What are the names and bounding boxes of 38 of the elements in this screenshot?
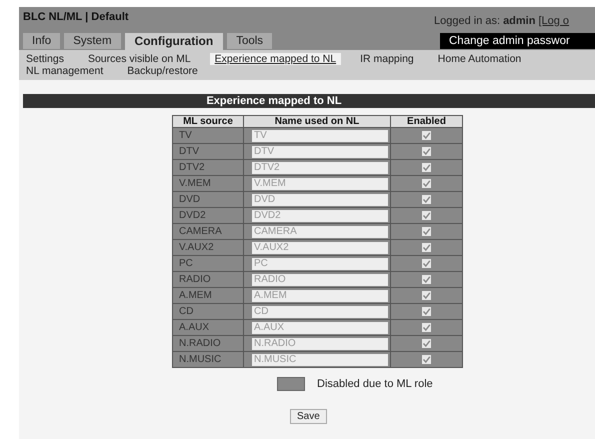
source-cell: RADIO bbox=[172, 272, 244, 288]
app-title: BLC NL/ML | Default bbox=[22, 10, 129, 25]
tab[interactable]: Info bbox=[23, 33, 60, 49]
column-header: Enabled bbox=[390, 116, 462, 128]
subnav-link[interactable]: Experience mapped to NL bbox=[210, 53, 342, 65]
subnav-link[interactable]: Settings bbox=[21, 53, 69, 65]
subnav-link[interactable]: Backup/restore bbox=[122, 65, 203, 77]
source-cell: N.MUSIC bbox=[172, 352, 244, 368]
panel-title: Experience mapped to NL bbox=[23, 94, 595, 108]
legend-text: Disabled due to ML role bbox=[317, 378, 433, 390]
column-header: Name used on NL bbox=[244, 116, 390, 128]
source-cell: PC bbox=[172, 256, 244, 272]
source-cell: N.RADIO bbox=[172, 336, 244, 352]
tab[interactable]: Configuration bbox=[124, 33, 224, 50]
column-header: ML source bbox=[172, 116, 244, 128]
subnav-link[interactable]: Sources visible on ML bbox=[82, 53, 196, 65]
source-cell: A.AUX bbox=[172, 320, 244, 336]
login-label: Logged in as: bbox=[434, 15, 500, 27]
source-cell: DVD bbox=[172, 192, 244, 208]
save-button[interactable]: Save bbox=[290, 409, 327, 424]
change-password-button[interactable]: Change admin passwor bbox=[440, 33, 595, 49]
tab[interactable]: System bbox=[64, 33, 121, 49]
source-cell: DTV bbox=[172, 144, 244, 160]
source-cell: A.MEM bbox=[172, 288, 244, 304]
source-cell: V.MEM bbox=[172, 176, 244, 192]
source-cell: CAMERA bbox=[172, 224, 244, 240]
subnav-link[interactable]: IR mapping bbox=[355, 53, 419, 65]
source-cell: V.AUX2 bbox=[172, 240, 244, 256]
legend-swatch bbox=[277, 377, 305, 391]
subnav-link[interactable]: Home Automation bbox=[432, 53, 526, 65]
source-cell: DVD2 bbox=[172, 208, 244, 224]
source-cell: TV bbox=[172, 128, 244, 144]
user-name: admin bbox=[503, 15, 536, 27]
tab[interactable]: Tools bbox=[227, 33, 272, 49]
logout-link[interactable]: [Log o bbox=[538, 15, 570, 27]
source-cell: DTV2 bbox=[172, 160, 244, 176]
source-cell: CD bbox=[172, 304, 244, 320]
subnav-link[interactable]: NL management bbox=[21, 65, 108, 77]
